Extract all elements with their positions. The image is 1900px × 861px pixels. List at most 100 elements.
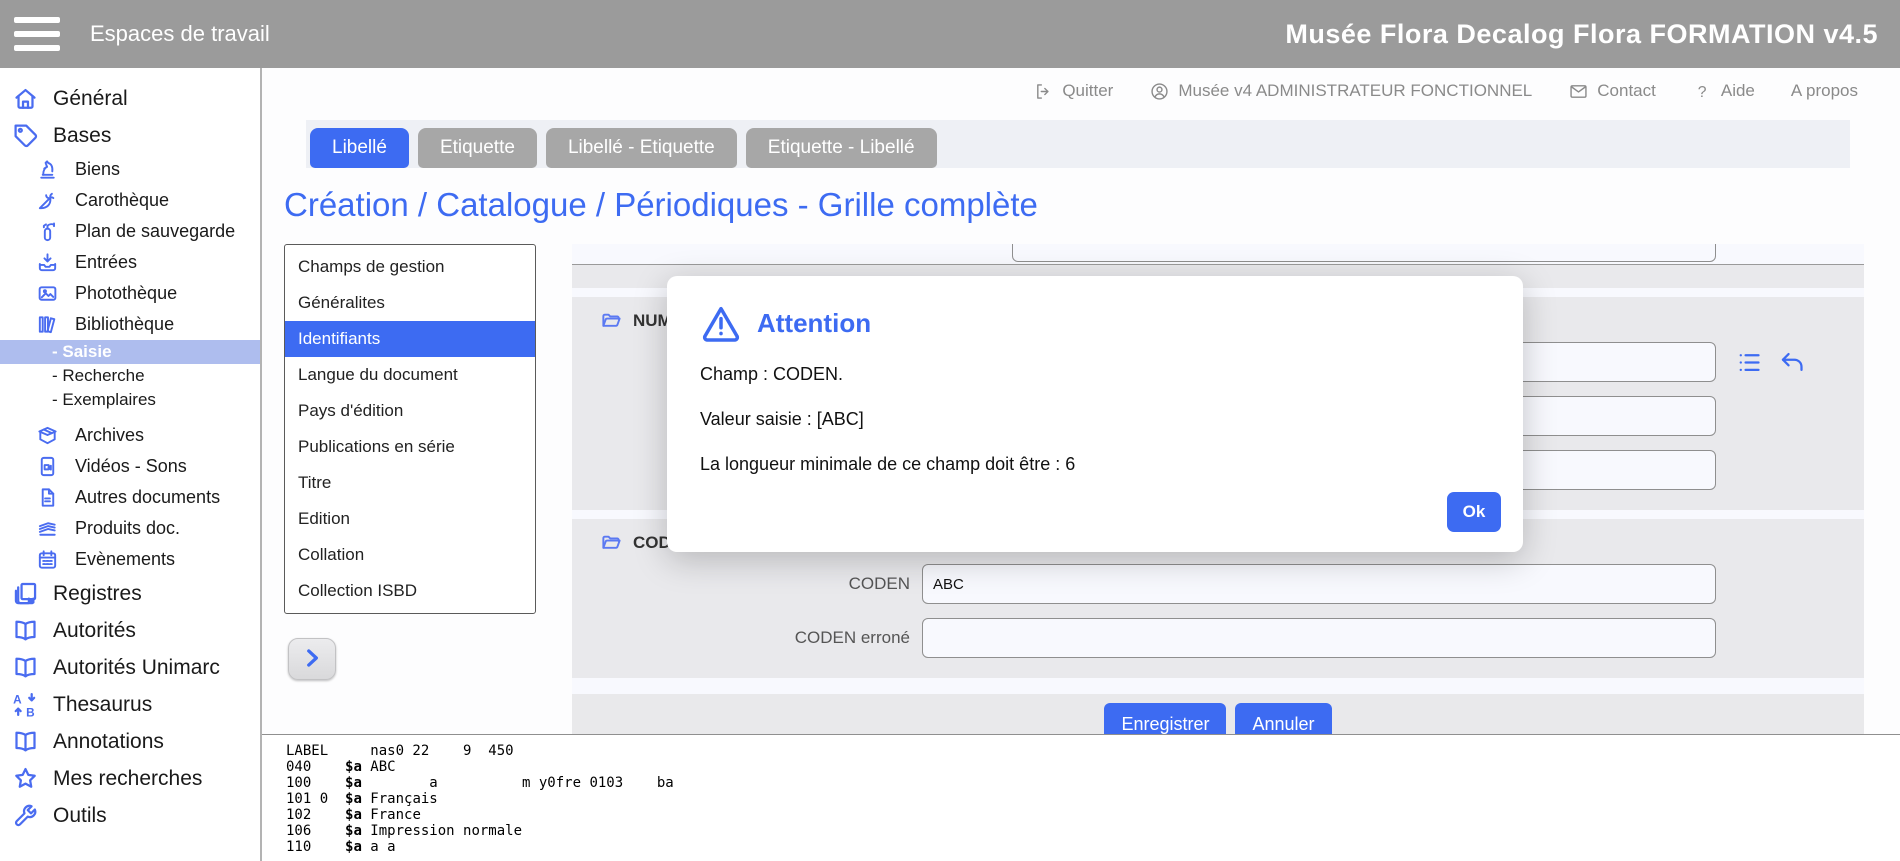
sidebar-item-videos-sons[interactable]: Vidéos - Sons — [0, 451, 260, 482]
utilbar-item-a-propos[interactable]: A propos — [1791, 81, 1858, 101]
video-file-icon — [36, 455, 59, 478]
sidebar-item-phototheque[interactable]: Photothèque — [0, 278, 260, 309]
open-book-icon — [12, 728, 39, 755]
open-book-icon — [12, 654, 39, 681]
sidebar-item-label: Evènements — [75, 549, 175, 570]
sidebar-item-bibliotheque[interactable]: Bibliothèque — [0, 309, 260, 340]
sidebar-item-label: Biens — [75, 159, 120, 180]
sidebar-item-plan-de-sauvegarde[interactable]: Plan de sauvegarde — [0, 216, 260, 247]
sidebar-item-autorites[interactable]: Autorités — [0, 612, 260, 649]
expand-panel-button[interactable] — [288, 638, 336, 680]
tab-4[interactable]: Etiquette - Libellé — [746, 128, 937, 168]
field-group-list: Champs de gestionGénéralitesIdentifiants… — [284, 244, 536, 614]
field-group-item[interactable]: Publications en série — [285, 429, 535, 465]
sidebar-item-label: Autorités — [53, 619, 136, 643]
svg-text:B: B — [26, 705, 35, 718]
field-group-item[interactable]: Pays d'édition — [285, 393, 535, 429]
utility-bar: Quitter Musée v4 ADMINISTRATEUR FONCTIONN… — [262, 68, 1900, 114]
sidebar-item-exemplaires[interactable]: - Exemplaires — [0, 388, 260, 412]
sidebar-item-label: - Saisie — [52, 342, 112, 362]
field-group-item[interactable]: Edition — [285, 501, 535, 537]
inbox-download-icon — [36, 251, 59, 274]
sidebar-item-label: Outils — [53, 804, 107, 828]
sidebar-item-entrees[interactable]: Entrées — [0, 247, 260, 278]
folder-icon — [600, 531, 623, 554]
sidebar-item-mes-recherches[interactable]: Mes recherches — [0, 760, 260, 797]
sidebar-item-label: - Exemplaires — [52, 390, 156, 410]
library-icon — [36, 313, 59, 336]
sidebar: Général Bases Biens Carothèque Plan de sauve… — [0, 68, 262, 861]
utilbar-item-user[interactable]: Musée v4 ADMINISTRATEUR FONCTIONNEL — [1149, 81, 1532, 102]
sidebar-item-evenements[interactable]: Evènements — [0, 544, 260, 575]
section-label: NUM — [633, 311, 672, 331]
coden-input[interactable] — [922, 564, 1716, 604]
text-field[interactable] — [1012, 244, 1716, 262]
sidebar-item-thesaurus[interactable]: AB Thesaurus — [0, 686, 260, 723]
dialog-title: Attention — [757, 308, 871, 339]
sidebar-item-label: Bibliothèque — [75, 314, 174, 335]
marc-line: 101 0 $a Français — [286, 791, 1900, 807]
tab-2[interactable]: Etiquette — [418, 128, 537, 168]
sidebar-item-general[interactable]: Général — [0, 80, 260, 117]
sidebar-item-recherche[interactable]: - Recherche — [0, 364, 260, 388]
utilbar-item-label: Quitter — [1062, 81, 1113, 101]
coden-errone-label: CODEN erroné — [572, 628, 922, 648]
utilbar-item-label: A propos — [1791, 81, 1858, 101]
sidebar-item-label: Archives — [75, 425, 144, 446]
sidebar-item-biens[interactable]: Biens — [0, 154, 260, 185]
logout-icon — [1033, 81, 1054, 102]
tab-1[interactable]: Libellé — [310, 128, 409, 168]
sidebar-item-label: Plan de sauvegarde — [75, 221, 235, 242]
svg-text:?: ? — [1698, 83, 1707, 100]
field-group-item[interactable]: Titre — [285, 465, 535, 501]
utilbar-item-aide[interactable]: ?Aide — [1692, 81, 1755, 102]
sidebar-item-produits-doc[interactable]: Produits doc. — [0, 513, 260, 544]
section-label: COD — [633, 533, 671, 553]
field-group-item[interactable]: Champs de gestion — [285, 249, 535, 285]
question-icon: ? — [1692, 81, 1713, 102]
sidebar-item-outils[interactable]: Outils — [0, 797, 260, 834]
star-icon — [12, 765, 39, 792]
sidebar-item-registres[interactable]: Registres — [0, 575, 260, 612]
workspace-label: Espaces de travail — [90, 21, 270, 47]
sidebar-item-label: Bases — [53, 124, 111, 148]
folder-icon — [600, 309, 623, 332]
hamburger-menu-icon[interactable] — [14, 17, 60, 51]
sidebar-item-label: Thesaurus — [53, 693, 152, 717]
coden-errone-input[interactable] — [922, 618, 1716, 658]
sidebar-item-archives[interactable]: Archives — [0, 420, 260, 451]
chevron-right-icon — [299, 645, 325, 674]
sidebar-item-label: Autres documents — [75, 487, 220, 508]
field-group-item[interactable]: Langue du document — [285, 357, 535, 393]
warning-icon — [700, 302, 742, 344]
list-picker-icon[interactable] — [1736, 349, 1763, 376]
sidebar-item-autorites-unimarc[interactable]: Autorités Unimarc — [0, 649, 260, 686]
sidebar-item-label: Vidéos - Sons — [75, 456, 187, 477]
sidebar-item-saisie[interactable]: - Saisie — [0, 340, 260, 364]
sidebar-item-label: Entrées — [75, 252, 137, 273]
utilbar-item-contact[interactable]: Contact — [1568, 81, 1656, 102]
undo-icon[interactable] — [1779, 349, 1806, 376]
fire-extinguisher-icon — [36, 220, 59, 243]
open-book-icon — [12, 617, 39, 644]
registers-icon — [12, 580, 39, 607]
sort-ab-icon: AB — [12, 691, 39, 718]
marc-line: 102 $a France — [286, 807, 1900, 823]
sidebar-item-carotheque[interactable]: Carothèque — [0, 185, 260, 216]
field-group-item[interactable]: Identifiants — [285, 321, 535, 357]
sidebar-item-label: Photothèque — [75, 283, 177, 304]
field-group-item[interactable]: Collation — [285, 537, 535, 573]
sidebar-item-bases[interactable]: Bases — [0, 117, 260, 154]
tab-3[interactable]: Libellé - Etiquette — [546, 128, 737, 168]
marc-line: LABEL nas0 22 9 450 — [286, 743, 1900, 759]
utilbar-item-quitter[interactable]: Quitter — [1033, 81, 1113, 102]
field-group-item[interactable]: Collection ISBD — [285, 573, 535, 609]
sidebar-item-autres-documents[interactable]: Autres documents — [0, 482, 260, 513]
ok-button[interactable]: Ok — [1447, 492, 1501, 532]
page-title: Création / Catalogue / Périodiques - Gri… — [284, 186, 1900, 224]
sidebar-item-annotations[interactable]: Annotations — [0, 723, 260, 760]
document-icon — [36, 486, 59, 509]
calendar-icon — [36, 548, 59, 571]
user-icon — [1149, 81, 1170, 102]
field-group-item[interactable]: Généralites — [285, 285, 535, 321]
